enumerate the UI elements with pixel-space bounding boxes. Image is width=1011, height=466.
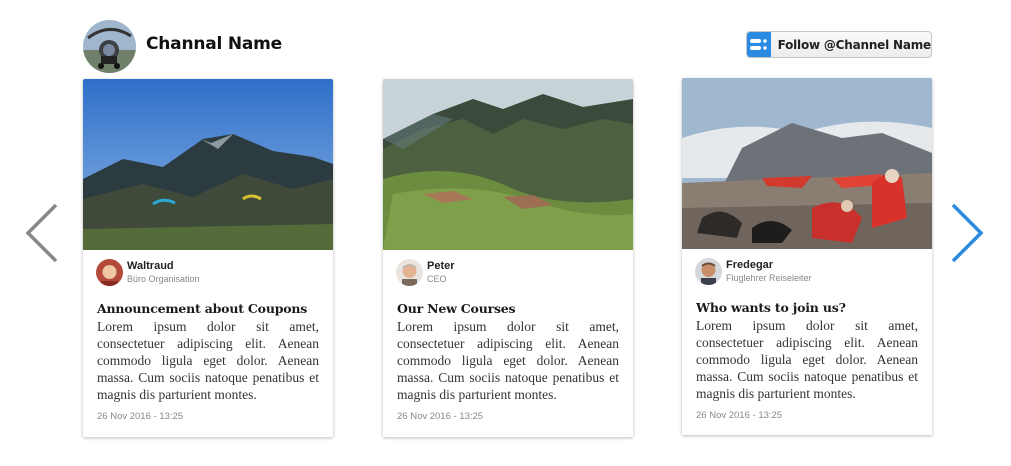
channel-name[interactable]: Channal Name bbox=[146, 34, 282, 54]
post-body: Lorem ipsum dolor sit amet, consectetuer… bbox=[397, 319, 619, 402]
post-date: 26 Nov 2016 - 13:25 bbox=[97, 411, 184, 422]
author-avatar[interactable] bbox=[396, 259, 423, 286]
chevron-left-icon bbox=[25, 203, 58, 263]
author-role: Büro Organisation bbox=[127, 274, 200, 284]
author-avatar[interactable] bbox=[695, 258, 722, 285]
follow-button-label: Follow @Channel Name bbox=[777, 37, 931, 52]
post-image-valley[interactable] bbox=[383, 79, 633, 250]
author-name[interactable]: Peter bbox=[427, 260, 455, 273]
post-card[interactable]: Fredegar Fluglehrer Reiseleiter Who want… bbox=[682, 78, 932, 435]
chevron-right-icon bbox=[951, 203, 984, 263]
carousel-prev-button[interactable] bbox=[22, 201, 62, 265]
carousel-next-button[interactable] bbox=[947, 201, 987, 265]
post-body: Lorem ipsum dolor sit amet, consectetuer… bbox=[97, 319, 319, 402]
post-title[interactable]: Announcement about Coupons bbox=[97, 301, 319, 316]
post-card[interactable]: Peter CEO Our New Courses Lorem ipsum do… bbox=[383, 79, 633, 437]
author-role: Fluglehrer Reiseleiter bbox=[726, 273, 812, 283]
post-image-launch-site[interactable] bbox=[682, 78, 932, 249]
follow-button[interactable]: Follow @Channel Name bbox=[746, 31, 932, 58]
post-date: 26 Nov 2016 - 13:25 bbox=[397, 411, 484, 422]
author-role: CEO bbox=[427, 274, 447, 284]
author-avatar[interactable] bbox=[96, 259, 123, 286]
author-name[interactable]: Waltraud bbox=[127, 260, 200, 273]
post-image-mountains-paragliders[interactable] bbox=[83, 79, 333, 250]
follow-icon bbox=[747, 32, 771, 57]
post-card[interactable]: Waltraud Büro Organisation Announcement … bbox=[83, 79, 333, 437]
channel-avatar[interactable] bbox=[83, 20, 136, 73]
post-title[interactable]: Who wants to join us? bbox=[696, 300, 918, 315]
post-date: 26 Nov 2016 - 13:25 bbox=[696, 410, 783, 421]
author-name[interactable]: Fredegar bbox=[726, 259, 812, 272]
post-title[interactable]: Our New Courses bbox=[397, 301, 619, 316]
post-body: Lorem ipsum dolor sit amet, consectetuer… bbox=[696, 318, 918, 401]
